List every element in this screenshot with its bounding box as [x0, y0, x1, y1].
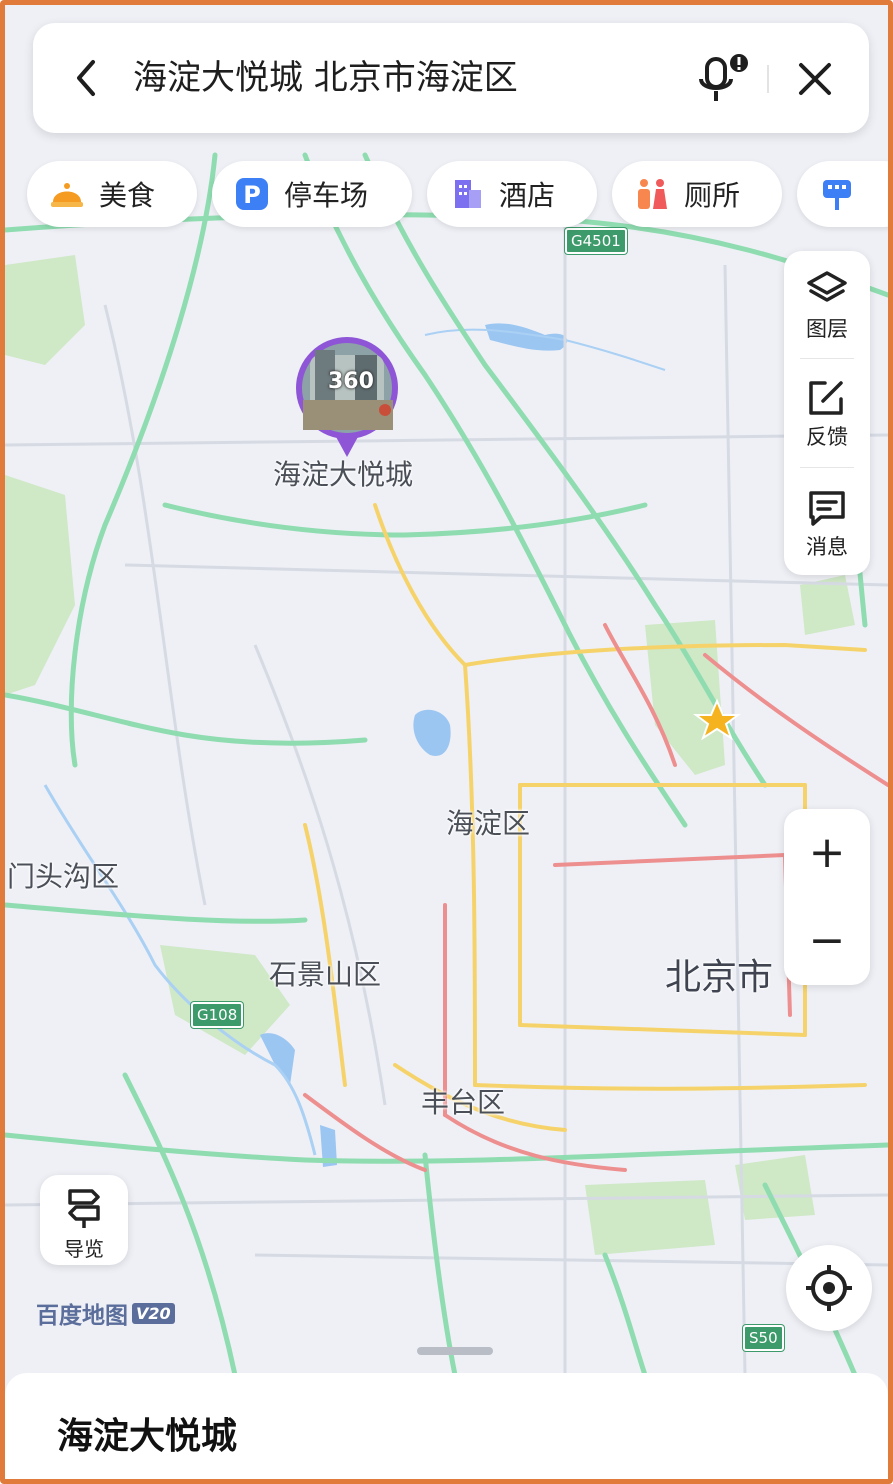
feedback-label: 反馈 — [806, 425, 848, 449]
feedback-edit-icon — [809, 381, 843, 415]
messages-button[interactable]: 消息 — [784, 483, 870, 575]
signpost-icon — [68, 1189, 100, 1228]
logo-text: 百度地图 — [36, 1303, 128, 1329]
category-chip-more[interactable] — [797, 161, 888, 227]
category-chip-toilet[interactable]: 厕所 — [612, 161, 782, 227]
svg-text:P: P — [243, 181, 261, 209]
place-bottom-sheet[interactable]: 海淀大悦城 — [5, 1347, 888, 1479]
close-icon[interactable] — [797, 61, 833, 97]
food-icon — [49, 176, 85, 212]
category-chip-hotel[interactable]: 酒店 — [427, 161, 597, 227]
zoom-controls: + − — [784, 809, 870, 985]
road-shield-g108: G108 — [191, 1002, 244, 1028]
layers-icon — [807, 271, 847, 302]
hotel-icon — [449, 176, 485, 212]
tools-divider-2 — [800, 467, 854, 468]
layers-label: 图层 — [806, 317, 848, 341]
map-tools-panel: 图层 反馈 消息 — [784, 251, 870, 575]
category-chip-food[interactable]: 美食 — [27, 161, 197, 227]
microphone-icon[interactable] — [695, 53, 751, 105]
city-label-beijing: 北京市 — [665, 957, 774, 998]
parking-icon: P — [234, 176, 270, 212]
message-icon — [809, 491, 845, 526]
search-query-text[interactable]: 海淀大悦城 北京市海淀区 — [133, 23, 518, 133]
place-title: 海淀大悦城 — [57, 1416, 238, 1457]
layers-button[interactable]: 图层 — [784, 265, 870, 357]
search-divider — [767, 65, 769, 93]
back-arrow-icon[interactable] — [71, 58, 101, 98]
category-label-hotel: 酒店 — [499, 179, 556, 212]
app-frame: 360 海淀大悦城 海淀区 门头沟区 石景山区 北京市 丰台区 G4501 G1… — [0, 0, 893, 1484]
bus-stop-icon — [819, 176, 855, 212]
district-label-fengtai: 丰台区 — [421, 1086, 506, 1119]
locate-button[interactable] — [786, 1245, 872, 1331]
toilet-icon — [634, 176, 670, 212]
poi-label[interactable]: 海淀大悦城 — [273, 453, 413, 493]
sheet-drag-handle[interactable] — [417, 1347, 493, 1355]
district-label-haidian: 海淀区 — [446, 807, 531, 840]
baidu-map-logo: 百度地图 V20 — [36, 1298, 175, 1329]
category-label-toilet: 厕所 — [684, 179, 741, 212]
tools-divider-1 — [800, 358, 854, 359]
district-label-mentougou: 门头沟区 — [7, 860, 120, 893]
zoom-out-button[interactable]: − — [784, 897, 870, 985]
district-label-shijingshan: 石景山区 — [269, 958, 382, 991]
locate-crosshair-icon — [806, 1265, 852, 1311]
poi-badge-text: 360 — [328, 369, 374, 394]
category-label-food: 美食 — [99, 179, 156, 212]
feedback-button[interactable]: 反馈 — [784, 373, 870, 465]
road-shield-g4501: G4501 — [565, 228, 627, 254]
zoom-in-button[interactable]: + — [784, 809, 870, 897]
guide-button[interactable]: 导览 — [40, 1175, 128, 1265]
logo-version: V20 — [132, 1302, 175, 1324]
search-bar: 海淀大悦城 北京市海淀区 — [33, 23, 869, 133]
category-label-parking: 停车场 — [284, 179, 369, 212]
road-shield-s50: S50 — [743, 1325, 784, 1351]
guide-label: 导览 — [64, 1237, 104, 1261]
messages-label: 消息 — [806, 535, 848, 559]
category-chip-parking[interactable]: P 停车场 — [212, 161, 412, 227]
